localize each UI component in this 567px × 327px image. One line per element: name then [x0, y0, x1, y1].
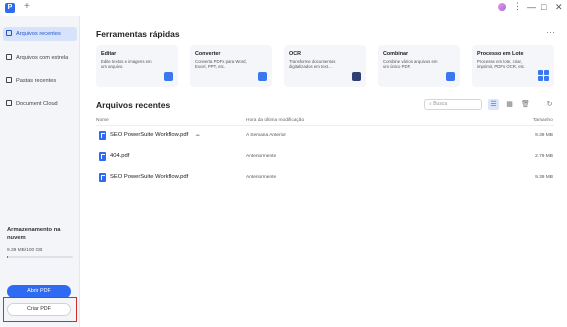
tool-card-batch[interactable]: Processo em Lote Processe em lote, criar… — [472, 45, 554, 87]
user-avatar[interactable] — [498, 3, 506, 11]
search-input[interactable]: ⌕ Busca — [424, 99, 482, 110]
file-name: SEO PowerSuite Workflow.pdf — [110, 174, 189, 180]
convert-icon — [258, 72, 267, 81]
tool-card-desc: Processe em lote, criar, imprimir, PDFs … — [477, 59, 526, 70]
tool-card-desc: Combine vários arquivos em um único PDF. — [383, 59, 438, 70]
file-size: 2.79 MB — [535, 154, 553, 159]
tool-card-title: Converter — [195, 51, 221, 57]
pdf-file-icon — [99, 173, 106, 182]
sidebar-item-starred-files[interactable]: Arquivos com estrela — [3, 51, 77, 65]
list-view-icon[interactable]: ☰ — [488, 99, 499, 110]
tool-card-desc: Edite textos e imagens em um arquivo. — [101, 59, 152, 70]
cloud-icon — [6, 100, 12, 106]
storage-title: Armazenamento na nuvem — [7, 227, 61, 241]
file-size: 9.39 MB — [535, 133, 553, 138]
file-size: 9.39 MB — [535, 175, 553, 180]
file-modified: Anteriormente — [246, 175, 277, 180]
refresh-icon[interactable]: ↻ — [544, 99, 555, 110]
file-modified: Anteriormente — [246, 154, 277, 159]
sidebar-item-label: Document Cloud — [16, 101, 58, 107]
pdf-file-icon — [99, 131, 106, 140]
tool-card-title: Combinar — [383, 51, 409, 57]
tool-card-convert[interactable]: Converter Converta PDFs para Word, Excel… — [190, 45, 272, 87]
edit-icon — [164, 72, 173, 81]
tool-card-ocr[interactable]: OCR Transforme documentos digitalizados … — [284, 45, 366, 87]
new-tab-button[interactable]: + — [24, 1, 30, 13]
sidebar-item-label: Pastas recentes — [16, 78, 57, 84]
column-header-modified[interactable]: Hora da última modificação — [246, 118, 304, 123]
storage-progress-bar — [7, 256, 73, 258]
column-header-size[interactable]: Tamanho — [533, 118, 553, 123]
table-row[interactable]: SEO PowerSuite Workflow.pdf ☁ A Semana A… — [94, 127, 556, 145]
minimize-button[interactable]: — — [527, 1, 536, 13]
cloud-upload-icon[interactable]: ☁ — [195, 132, 200, 138]
quick-tools-heading: Ferramentas rápidas — [96, 29, 180, 39]
more-menu-icon[interactable]: ⋮ — [513, 1, 522, 12]
delete-icon[interactable]: 🗑 — [520, 99, 531, 110]
star-icon — [6, 54, 12, 60]
tool-card-edit[interactable]: Editar Edite textos e imagens em um arqu… — [96, 45, 178, 87]
tool-card-desc: Converta PDFs para Word, Excel, PPT, etc… — [195, 59, 247, 70]
sidebar-item-label: Arquivos recentes — [16, 31, 61, 37]
search-placeholder: Busca — [433, 101, 448, 107]
grid-view-icon[interactable]: ▦ — [504, 99, 515, 110]
storage-progress-fill — [7, 256, 9, 258]
ocr-icon — [352, 72, 361, 81]
column-header-name[interactable]: Nome — [96, 118, 109, 123]
title-bar: P + ⋮ — □ ✕ — [0, 0, 567, 16]
sidebar: Arquivos recentes Arquivos com estrela P… — [0, 16, 80, 327]
tool-card-desc: Transforme documentos digitalizados em t… — [289, 59, 336, 70]
highlight-box — [3, 297, 77, 322]
table-row[interactable]: SEO PowerSuite Workflow.pdf Anteriorment… — [94, 169, 556, 187]
pdf-file-icon — [99, 152, 106, 161]
app-window: P + ⋮ — □ ✕ Arquivos recentes Arquivos c… — [0, 0, 567, 327]
maximize-button[interactable]: □ — [541, 1, 546, 13]
sidebar-item-document-cloud[interactable]: Document Cloud — [3, 97, 77, 111]
sidebar-item-recent-files[interactable]: Arquivos recentes — [3, 27, 77, 41]
tool-card-title: Editar — [101, 51, 117, 57]
sidebar-item-recent-folders[interactable]: Pastas recentes — [3, 74, 77, 88]
close-button[interactable]: ✕ — [555, 1, 563, 13]
folder-icon — [6, 77, 12, 83]
file-modified: A Semana Anterior — [246, 133, 286, 138]
app-logo-icon: P — [5, 3, 15, 13]
tool-card-title: OCR — [289, 51, 301, 57]
main-content: Ferramentas rápidas ··· Editar Edite tex… — [80, 16, 567, 327]
tool-card-combine[interactable]: Combinar Combine vários arquivos em um ú… — [378, 45, 460, 87]
table-row[interactable]: 404.pdf Anteriormente 2.79 MB — [94, 148, 556, 166]
tool-card-title: Processo em Lote — [477, 51, 524, 57]
file-name: 404.pdf — [110, 153, 130, 159]
tools-more-icon[interactable]: ··· — [546, 27, 555, 37]
header-divider — [96, 125, 554, 126]
batch-grid-icon — [538, 70, 549, 81]
combine-icon — [446, 72, 455, 81]
sidebar-item-label: Arquivos com estrela — [16, 55, 69, 61]
clock-icon — [6, 30, 12, 36]
recent-files-heading: Arquivos recentes — [96, 100, 171, 110]
file-name: SEO PowerSuite Workflow.pdf — [110, 132, 189, 138]
storage-size: 9.39 MB/100 GB — [7, 248, 43, 253]
